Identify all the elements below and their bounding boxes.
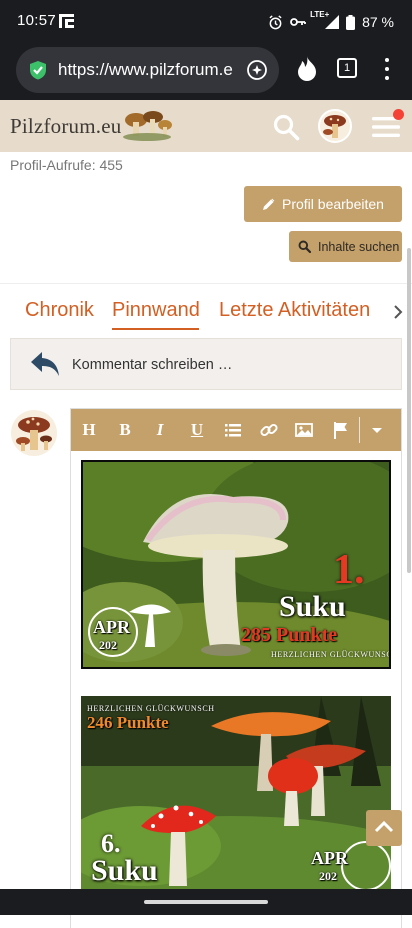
member-name: Suku xyxy=(279,590,346,623)
points-label: 246 Punkte xyxy=(87,713,169,732)
chevron-right-icon[interactable] xyxy=(392,303,404,321)
url-text[interactable]: https://www.pilzforum.e xyxy=(58,60,233,80)
assistant-icon[interactable] xyxy=(245,58,269,82)
system-navigation-bar xyxy=(0,889,412,915)
more-vert-icon[interactable] xyxy=(381,55,393,83)
dropdown-caret-icon[interactable] xyxy=(366,419,388,441)
tab-chronik[interactable]: Chronik xyxy=(25,299,94,322)
tab-letzte-aktivitaeten[interactable]: Letzte Aktivitäten xyxy=(219,299,370,322)
address-bar[interactable]: https://www.pilzforum.e xyxy=(16,47,279,93)
tab-switcher-button[interactable]: 1 xyxy=(337,58,357,78)
search-content-label: Inhalte suchen xyxy=(318,239,400,254)
notification-dot xyxy=(393,109,404,120)
site-logo[interactable]: Pilzforum.eu xyxy=(10,114,121,139)
scroll-to-top-button[interactable] xyxy=(366,810,402,846)
signal-icon xyxy=(325,15,340,29)
tab-pinnwand[interactable]: Pinnwand xyxy=(112,299,200,322)
image-icon[interactable] xyxy=(293,419,315,441)
underline-button[interactable]: U xyxy=(186,419,208,441)
battery-level: 87 % xyxy=(362,14,394,30)
profile-tabs: Chronik Pinnwand Letzte Aktivitäten xyxy=(0,283,412,331)
secure-shield-icon[interactable] xyxy=(28,60,48,80)
italic-button[interactable]: I xyxy=(149,419,171,441)
edit-profile-label: Profil bearbeiten xyxy=(282,196,384,212)
congrats-label: HERZLICHEN GLÜCKWUNSCH xyxy=(87,704,215,713)
browser-toolbar: https://www.pilzforum.e 1 xyxy=(0,44,412,100)
award-image-1: 1. Suku 285 Punkte HERZLICHEN GLÜCKWUNSC… xyxy=(81,460,391,669)
badge-year: 202 xyxy=(99,638,117,652)
badge-year: 202 xyxy=(319,869,337,883)
editor-toolbar: H B I U xyxy=(71,409,401,451)
flag-icon[interactable] xyxy=(329,419,351,441)
clock: 10:57 xyxy=(17,12,57,29)
chevron-up-icon xyxy=(374,820,394,833)
congrats-label: HERZLICHEN GLÜCKWUNSCH xyxy=(271,650,391,659)
app-grid-icon xyxy=(59,14,74,28)
month-badge: APR xyxy=(311,848,348,868)
status-bar: 10:57 LTE+ 87 % xyxy=(0,0,412,44)
pencil-icon xyxy=(263,198,275,210)
mushroom-logo-icon xyxy=(123,111,172,141)
signal: LTE+ xyxy=(310,10,340,30)
member-name: Suku xyxy=(91,854,158,887)
reply-icon xyxy=(31,352,59,376)
rank-label: 1. xyxy=(333,547,365,593)
comment-box[interactable]: Kommentar schreiben … xyxy=(10,338,402,390)
bold-button[interactable]: B xyxy=(114,419,136,441)
tab-count: 1 xyxy=(343,62,351,74)
active-tab-indicator xyxy=(112,328,199,330)
heading-button[interactable]: H xyxy=(78,419,100,441)
toolbar-separator xyxy=(359,417,360,443)
search-icon[interactable] xyxy=(272,113,300,141)
month-badge: APR xyxy=(93,617,130,637)
flame-icon[interactable] xyxy=(296,55,318,83)
profile-views: Profil-Aufrufe: 455 xyxy=(10,157,123,173)
points-label: 285 Punkte xyxy=(241,624,338,646)
search-content-button[interactable]: Inhalte suchen xyxy=(289,231,402,262)
status-icons: LTE+ 87 % xyxy=(268,10,394,33)
alarm-icon xyxy=(269,14,282,29)
list-icon[interactable] xyxy=(222,419,244,441)
battery-icon xyxy=(346,14,356,30)
edit-profile-button[interactable]: Profil bearbeiten xyxy=(244,186,402,222)
comment-placeholder: Kommentar schreiben … xyxy=(72,357,233,373)
award-image-2: HERZLICHEN GLÜCKWUNSCH 246 Punkte 6. Suk… xyxy=(81,696,391,896)
user-avatar-icon[interactable] xyxy=(10,409,58,457)
user-avatar-icon[interactable] xyxy=(318,109,352,143)
page-scrollbar[interactable] xyxy=(407,248,411,573)
vpn-key-icon xyxy=(290,18,306,26)
rich-text-editor[interactable]: H B I U 1. Suku 285 Punkte HERZLICHEN GL… xyxy=(70,408,402,928)
link-icon[interactable] xyxy=(258,419,280,441)
search-icon xyxy=(298,240,311,253)
home-gesture-handle[interactable] xyxy=(144,900,268,904)
